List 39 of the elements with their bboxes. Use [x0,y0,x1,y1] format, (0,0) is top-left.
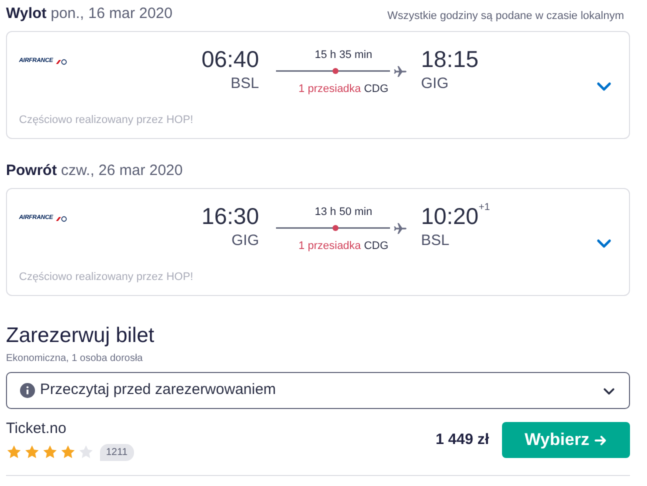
arrival-airport: BSL [421,231,450,251]
departure-time: 16:30 [201,202,259,230]
operated-by-note: Częściowo realizowany przez HOP! [19,270,194,285]
booking-subtitle: Ekonomiczna, 1 osoba dorosła [6,352,144,366]
operated-by-note: Częściowo realizowany przez HOP! [19,113,194,128]
star-icon [60,444,76,460]
plane-icon [394,66,407,76]
departure-airport: BSL [230,74,259,94]
departure-airport: GIG [231,231,259,251]
airline-logo-icon [54,58,67,64]
flight-duration: 15 h 35 min [314,48,372,63]
arrow-right-icon [594,434,608,446]
leg-date: czw., 26 mar 2020 [61,162,183,178]
star-icon [24,444,40,460]
day-offset: +1 [478,201,490,215]
timezone-note: Wszystkie godziny są podane w czasie lokalnym [387,8,624,24]
review-count-badge: 1211 [100,444,134,460]
provider-name: Ticket.no [6,419,68,439]
stopover-airport: CDG [364,82,388,94]
stops-count: 1 przesiadka [298,82,361,94]
arrival-airport: GIG [421,74,449,94]
stopover-airport: CDG [364,240,388,252]
leg-label: Wylot [6,4,47,22]
stops-count: 1 przesiadka [298,240,361,252]
arrival-time: 18:15 [421,45,479,73]
star-icon [78,444,94,460]
arrival-time: 10:20 [421,202,479,230]
plane-icon [394,222,407,234]
price: 1 449 zł [436,430,489,450]
booking-title: Zarezerwuj bilet [6,323,156,349]
leg-label: Powrót [6,162,57,178]
airline-logo-icon [54,216,67,222]
info-icon [20,383,35,398]
departure-time: 06:40 [201,45,259,73]
notice-dropdown[interactable]: Przeczytaj przed zarezerwowaniem [6,372,630,409]
star-icon [6,444,22,460]
star-icon [42,444,58,460]
leg-date: pon., 16 mar 2020 [50,4,172,22]
flight-duration: 13 h 50 min [314,205,372,220]
